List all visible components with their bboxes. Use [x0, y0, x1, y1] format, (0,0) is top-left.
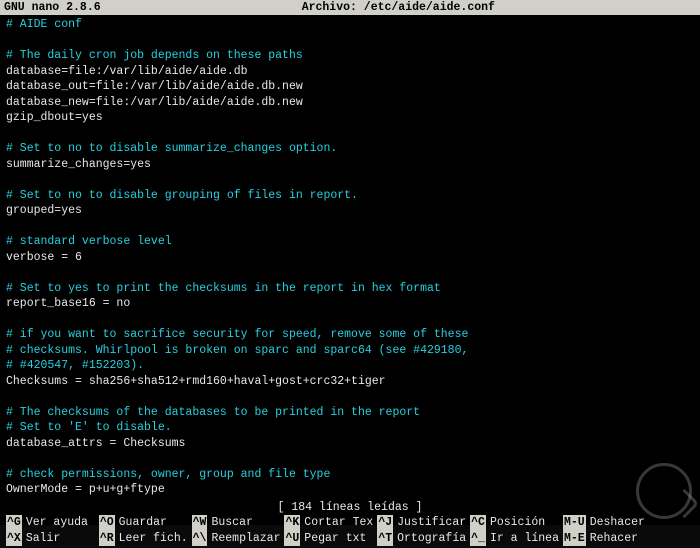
shortcut-item[interactable]: M-UDeshacer: [563, 515, 645, 531]
shortcut-item[interactable]: M-ERehacer: [563, 531, 645, 547]
shortcut-label: Reemplazar: [211, 531, 280, 547]
shortcut-item[interactable]: ^OGuardar: [99, 515, 188, 531]
shortcut-label: Ortografía: [397, 531, 466, 547]
editor-line[interactable]: [6, 312, 694, 328]
shortcut-item[interactable]: ^KCortar Tex: [284, 515, 373, 531]
editor-line[interactable]: OwnerMode = p+u+g+ftype: [6, 482, 694, 498]
editor-line[interactable]: # check permissions, owner, group and fi…: [6, 467, 694, 483]
editor-line[interactable]: # Set to 'E' to disable.: [6, 420, 694, 436]
editor-line[interactable]: gzip_dbout=yes: [6, 110, 694, 126]
shortcut-item[interactable]: ^XSalir: [6, 531, 95, 547]
shortcut-row-1: ^GVer ayuda ^OGuardar ^WBuscar ^KCortar …: [6, 515, 694, 531]
shortcut-key: M-U: [563, 515, 586, 531]
shortcut-key: ^O: [99, 515, 115, 531]
shortcut-label: Posición: [490, 515, 559, 531]
editor-line[interactable]: database=file:/var/lib/aide/aide.db: [6, 64, 694, 80]
shortcut-key: ^J: [377, 515, 393, 531]
shortcut-key: ^U: [284, 531, 300, 547]
shortcut-key: M-E: [563, 531, 586, 547]
editor-line[interactable]: [6, 219, 694, 235]
editor-line[interactable]: [6, 33, 694, 49]
editor-line[interactable]: [6, 265, 694, 281]
terminal-window: GNU nano 2.8.6 Archivo: /etc/aide/aide.c…: [0, 0, 700, 525]
editor-line[interactable]: # standard verbose level: [6, 234, 694, 250]
shortcut-item[interactable]: ^WBuscar: [192, 515, 281, 531]
shortcut-row-2: ^XSalir ^RLeer fich.^\Reemplazar^UPegar …: [6, 531, 694, 547]
shortcut-key: ^T: [377, 531, 393, 547]
editor-line[interactable]: # AIDE conf: [6, 17, 694, 33]
shortcut-label: Pegar txt: [304, 531, 373, 547]
shortcut-key: ^C: [470, 515, 486, 531]
editor-line[interactable]: # The daily cron job depends on these pa…: [6, 48, 694, 64]
editor-line[interactable]: # Set to yes to print the checksums in t…: [6, 281, 694, 297]
app-name: GNU nano 2.8.6: [4, 0, 101, 15]
shortcut-key: ^W: [192, 515, 208, 531]
shortcut-label: Guardar: [119, 515, 188, 531]
shortcut-label: Justificar: [397, 515, 466, 531]
shortcut-key: ^R: [99, 531, 115, 547]
shortcut-item[interactable]: ^_Ir a línea: [470, 531, 559, 547]
shortcut-label: Buscar: [211, 515, 280, 531]
shortcut-label: Salir: [26, 531, 95, 547]
editor-line[interactable]: verbose = 6: [6, 250, 694, 266]
editor-line[interactable]: # #420547, #152203).: [6, 358, 694, 374]
shortcut-label: Cortar Tex: [304, 515, 373, 531]
shortcut-item[interactable]: ^\Reemplazar: [192, 531, 281, 547]
editor-line[interactable]: database_new=file:/var/lib/aide/aide.db.…: [6, 95, 694, 111]
shortcut-item[interactable]: ^RLeer fich.: [99, 531, 188, 547]
editor-line[interactable]: database_attrs = Checksums: [6, 436, 694, 452]
editor-line[interactable]: # The checksums of the databases to be p…: [6, 405, 694, 421]
shortcut-key: ^_: [470, 531, 486, 547]
editor-line[interactable]: # if you want to sacrifice security for …: [6, 327, 694, 343]
shortcut-label: Leer fich.: [119, 531, 188, 547]
editor-line[interactable]: [6, 389, 694, 405]
editor-line[interactable]: summarize_changes=yes: [6, 157, 694, 173]
shortcut-item[interactable]: ^UPegar txt: [284, 531, 373, 547]
shortcut-label: Ir a línea: [490, 531, 559, 547]
shortcut-bar: ^GVer ayuda ^OGuardar ^WBuscar ^KCortar …: [0, 515, 700, 548]
editor-line[interactable]: [6, 126, 694, 142]
shortcut-item[interactable]: ^CPosición: [470, 515, 559, 531]
shortcut-key: ^X: [6, 531, 22, 547]
shortcut-item[interactable]: ^TOrtografía: [377, 531, 466, 547]
editor-line[interactable]: grouped=yes: [6, 203, 694, 219]
shortcut-label: Ver ayuda: [26, 515, 95, 531]
editor-line[interactable]: database_out=file:/var/lib/aide/aide.db.…: [6, 79, 694, 95]
shortcut-item[interactable]: ^JJustificar: [377, 515, 466, 531]
editor-line[interactable]: # Set to no to disable grouping of files…: [6, 188, 694, 204]
editor-line[interactable]: report_base16 = no: [6, 296, 694, 312]
editor-line[interactable]: [6, 172, 694, 188]
editor-line[interactable]: [6, 451, 694, 467]
shortcut-label: Rehacer: [590, 531, 645, 547]
file-path: Archivo: /etc/aide/aide.conf: [101, 0, 696, 15]
status-bar: [ 184 líneas leídas ]: [0, 500, 700, 516]
shortcut-item[interactable]: ^GVer ayuda: [6, 515, 95, 531]
editor-line[interactable]: # checksums. Whirlpool is broken on spar…: [6, 343, 694, 359]
shortcut-label: Deshacer: [590, 515, 645, 531]
shortcut-key: ^\: [192, 531, 208, 547]
editor-content[interactable]: # AIDE conf # The daily cron job depends …: [0, 15, 700, 500]
shortcut-key: ^K: [284, 515, 300, 531]
nano-titlebar: GNU nano 2.8.6 Archivo: /etc/aide/aide.c…: [0, 0, 700, 15]
editor-line[interactable]: Checksums = sha256+sha512+rmd160+haval+g…: [6, 374, 694, 390]
shortcut-key: ^G: [6, 515, 22, 531]
editor-line[interactable]: # Set to no to disable summarize_changes…: [6, 141, 694, 157]
